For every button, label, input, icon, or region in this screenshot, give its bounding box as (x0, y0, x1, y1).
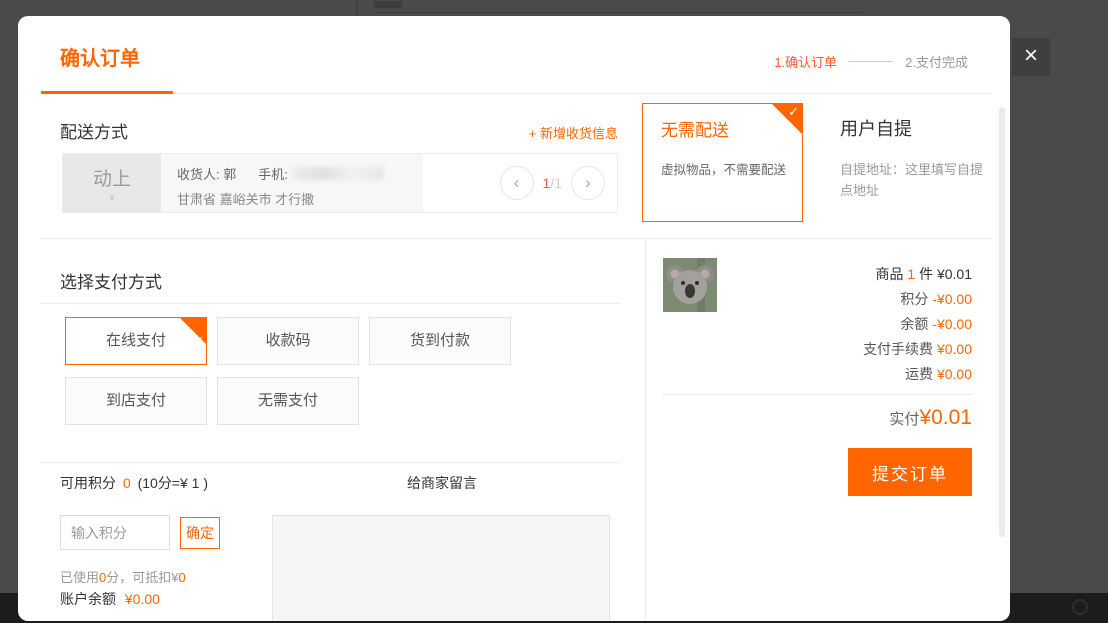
background-divider (374, 12, 863, 13)
submit-order-button[interactable]: 提交订单 (848, 448, 972, 496)
row-value: ¥0.00 (937, 341, 972, 357)
footer-logo-icon (1072, 599, 1088, 615)
section-divider (40, 238, 992, 239)
option-desc: 虚拟物品，不需要配送 (661, 159, 802, 178)
pager-total: 1 (554, 175, 562, 191)
order-confirm-modal: 确认订单 1.确认订单 2.支付完成 配送方式 + 新增收货信息 动上 ∨ 收货… (18, 16, 1010, 621)
address-tag-label: 动上 (93, 164, 131, 191)
payment-method-label: 到店支付 (106, 392, 166, 409)
item-qty: 1 (907, 266, 915, 282)
payment-divider (40, 303, 620, 304)
payment-heading: 选择支付方式 (60, 268, 162, 293)
row-label: 运费 (905, 366, 933, 382)
step-confirm-order: 1.确认订单 (774, 52, 837, 71)
step-payment-done: 2.支付完成 (905, 52, 968, 71)
account-balance-row: 账户余额 ¥0.00 (60, 589, 160, 609)
row-label: 余额 (900, 316, 928, 332)
header-divider (40, 93, 992, 94)
account-balance-label: 账户余额 (60, 591, 116, 607)
payment-method-label: 在线支付 (106, 332, 166, 349)
address-tag: 动上 ∨ (63, 154, 161, 212)
address-card[interactable]: 动上 ∨ 收货人: 郭 手机: 甘肃省 嘉峪关市 才行撒 ‹ 1/1 › (62, 153, 618, 213)
receiver-label: 收货人: 郭 (177, 164, 236, 183)
payment-method-instore[interactable]: 到店支付 (65, 377, 207, 425)
points-divider (40, 462, 620, 463)
chevron-down-icon: ∨ (109, 192, 116, 203)
points-label: 可用积分 (60, 475, 116, 491)
delivery-option-self-pickup[interactable]: 用户自提 自提地址：这里填写自提点地址 (822, 103, 998, 222)
payment-method-qrcode[interactable]: 收款码 (217, 317, 359, 365)
total-paid-row: 实付¥0.01 (662, 406, 972, 430)
merchant-message-textarea[interactable] (272, 515, 610, 621)
points-deduct-value: 0 (178, 570, 185, 585)
summary-row-shipping: 运费 ¥0.00 (662, 362, 972, 387)
add-address-link[interactable]: + 新增收货信息 (62, 123, 618, 142)
points-confirm-button[interactable]: 确定 (180, 517, 220, 549)
chevron-right-icon: › (585, 173, 591, 193)
payment-method-online[interactable]: 在线支付 ✓ (65, 317, 207, 365)
points-available-row: 可用积分 0 (10分=¥ 1 ) (60, 473, 208, 493)
background-artifact (374, 1, 402, 8)
summary-row-balance: 余额 -¥0.00 (662, 312, 972, 337)
row-value: -¥0.00 (932, 316, 972, 332)
order-summary: 商品 1 件 ¥0.01 积分 -¥0.00 余额 -¥0.00 支付手续费 ¥… (662, 262, 972, 387)
chevron-left-icon: ‹ (514, 173, 520, 193)
pager-count: 1/1 (543, 175, 562, 191)
prev-address-button[interactable]: ‹ (500, 166, 534, 200)
points-available-value: 0 (123, 475, 131, 491)
next-address-button[interactable]: › (571, 166, 605, 200)
address-region: 甘肃省 嘉峪关市 才行撒 (177, 189, 423, 208)
column-divider (645, 238, 646, 621)
payment-method-label: 货到付款 (410, 332, 470, 349)
item-label: 商品 (875, 266, 903, 282)
close-button[interactable]: × (1012, 38, 1050, 76)
option-title: 用户自提 (840, 115, 998, 141)
points-used-prefix: 已使用 (60, 570, 99, 585)
points-used-row: 已使用0分，可抵扣¥0 (60, 567, 186, 586)
account-balance-value: ¥0.00 (125, 591, 160, 607)
summary-row-item: 商品 1 件 ¥0.01 (662, 262, 972, 287)
points-input[interactable] (60, 515, 170, 550)
points-deduct-label: 分，可抵扣¥ (106, 570, 178, 585)
phone-label: 手机: (258, 164, 288, 183)
option-desc: 自提地址：这里填写自提点地址 (840, 159, 992, 202)
phone-number-redacted (292, 167, 384, 180)
item-value: ¥0.01 (937, 266, 972, 282)
close-icon: × (1024, 42, 1038, 69)
modal-scrollbar[interactable] (999, 107, 1005, 537)
row-value: ¥0.00 (937, 366, 972, 382)
row-label: 支付手续费 (863, 341, 933, 357)
paid-value: ¥0.01 (919, 406, 972, 429)
check-icon: ✓ (195, 318, 204, 364)
page-title: 确认订单 (60, 42, 140, 71)
summary-row-points: 积分 -¥0.00 (662, 287, 972, 312)
item-unit: 件 (919, 266, 933, 282)
summary-divider (662, 394, 972, 395)
delivery-option-no-shipping[interactable]: 无需配送 虚拟物品，不需要配送 ✓ (642, 103, 803, 222)
payment-method-cod[interactable]: 货到付款 (369, 317, 511, 365)
checkout-steps: 1.确认订单 2.支付完成 (774, 52, 968, 71)
payment-method-none[interactable]: 无需支付 (217, 377, 359, 425)
row-value: -¥0.00 (932, 291, 972, 307)
merchant-message-label: 给商家留言 (272, 473, 612, 493)
points-rate: (10分=¥ 1 ) (138, 475, 208, 491)
address-info: 收货人: 郭 手机: 甘肃省 嘉峪关市 才行撒 (161, 154, 423, 212)
payment-method-label: 收款码 (265, 332, 310, 349)
check-icon: ✓ (788, 104, 799, 120)
step-divider (849, 61, 893, 62)
row-label: 积分 (900, 291, 928, 307)
header-accent-underline (41, 91, 173, 94)
payment-method-label: 无需支付 (258, 392, 318, 409)
address-pager: ‹ 1/1 › (423, 154, 617, 212)
summary-row-fee: 支付手续费 ¥0.00 (662, 337, 972, 362)
paid-label: 实付 (889, 411, 919, 428)
